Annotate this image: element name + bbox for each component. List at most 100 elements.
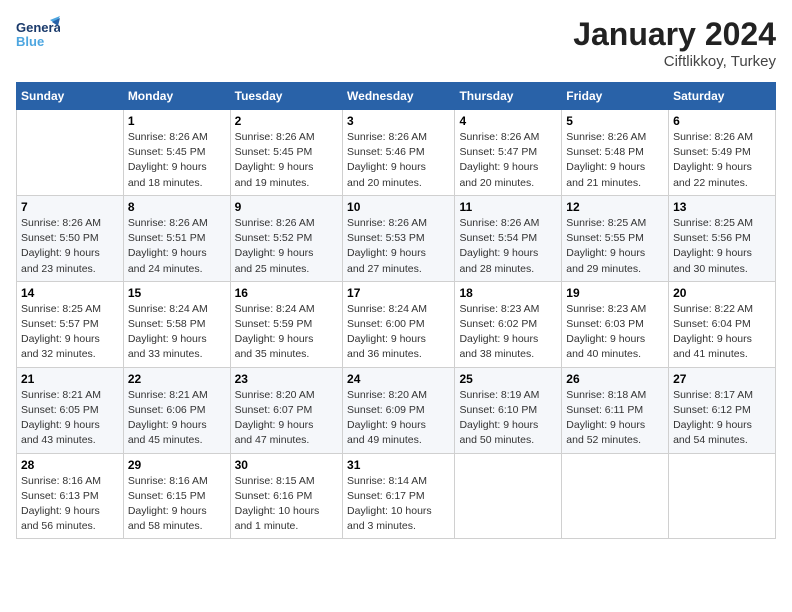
day-detail: Sunrise: 8:23 AM Sunset: 6:03 PM Dayligh… [566,302,664,363]
day-number: 12 [566,200,664,214]
day-detail: Sunrise: 8:26 AM Sunset: 5:53 PM Dayligh… [347,216,450,277]
logo: General Blue [16,16,60,52]
calendar-cell: 24 Sunrise: 8:20 AM Sunset: 6:09 PM Dayli… [343,367,455,453]
day-detail: Sunrise: 8:26 AM Sunset: 5:52 PM Dayligh… [235,216,338,277]
day-detail: Sunrise: 8:24 AM Sunset: 5:58 PM Dayligh… [128,302,226,363]
calendar-cell: 16 Sunrise: 8:24 AM Sunset: 5:59 PM Dayli… [230,281,342,367]
day-detail: Sunrise: 8:20 AM Sunset: 6:09 PM Dayligh… [347,388,450,449]
calendar-week-row: 21Sunrise: 8:21 AM Sunset: 6:05 PM Dayli… [17,367,776,453]
calendar-cell: 30 Sunrise: 8:15 AM Sunset: 6:16 PM Dayli… [230,453,342,539]
calendar-cell: 23Sunrise: 8:20 AM Sunset: 6:07 PM Dayli… [230,367,342,453]
calendar-cell [562,453,669,539]
day-number: 25 [459,372,557,386]
calendar-cell: 10 Sunrise: 8:26 AM Sunset: 5:53 PM Dayli… [343,195,455,281]
day-detail: Sunrise: 8:24 AM Sunset: 6:00 PM Dayligh… [347,302,450,363]
day-of-week-header: Thursday [455,83,562,110]
day-number: 16 [235,286,338,300]
calendar-cell: 9 Sunrise: 8:26 AM Sunset: 5:52 PM Daylig… [230,195,342,281]
calendar-cell: 31Sunrise: 8:14 AM Sunset: 6:17 PM Dayli… [343,453,455,539]
calendar-cell: 7Sunrise: 8:26 AM Sunset: 5:50 PM Daylig… [17,195,124,281]
calendar-cell: 20 Sunrise: 8:22 AM Sunset: 6:04 PM Dayli… [669,281,776,367]
day-number: 28 [21,458,119,472]
calendar-header: SundayMondayTuesdayWednesdayThursdayFrid… [17,83,776,110]
day-detail: Sunrise: 8:20 AM Sunset: 6:07 PM Dayligh… [235,388,338,449]
calendar-cell: 3Sunrise: 8:26 AM Sunset: 5:46 PM Daylig… [343,110,455,196]
day-number: 7 [21,200,119,214]
day-number: 9 [235,200,338,214]
day-detail: Sunrise: 8:26 AM Sunset: 5:46 PM Dayligh… [347,130,450,191]
day-detail: Sunrise: 8:25 AM Sunset: 5:56 PM Dayligh… [673,216,771,277]
calendar-cell: 28 Sunrise: 8:16 AM Sunset: 6:13 PM Dayli… [17,453,124,539]
day-of-week-header: Wednesday [343,83,455,110]
day-of-week-header: Friday [562,83,669,110]
day-number: 2 [235,114,338,128]
calendar-cell: 18 Sunrise: 8:23 AM Sunset: 6:02 PM Dayli… [455,281,562,367]
calendar-week-row: 1 Sunrise: 8:26 AM Sunset: 5:45 PM Daylig… [17,110,776,196]
subtitle: Ciftlikkoy, Turkey [573,53,776,70]
day-detail: Sunrise: 8:26 AM Sunset: 5:47 PM Dayligh… [459,130,557,191]
day-detail: Sunrise: 8:16 AM Sunset: 6:15 PM Dayligh… [128,474,226,535]
day-number: 21 [21,372,119,386]
day-of-week-header: Sunday [17,83,124,110]
day-number: 30 [235,458,338,472]
calendar-week-row: 14Sunrise: 8:25 AM Sunset: 5:57 PM Dayli… [17,281,776,367]
calendar-cell: 19 Sunrise: 8:23 AM Sunset: 6:03 PM Dayli… [562,281,669,367]
calendar-cell [455,453,562,539]
calendar-cell [669,453,776,539]
day-number: 5 [566,114,664,128]
day-number: 10 [347,200,450,214]
day-detail: Sunrise: 8:26 AM Sunset: 5:48 PM Dayligh… [566,130,664,191]
day-detail: Sunrise: 8:23 AM Sunset: 6:02 PM Dayligh… [459,302,557,363]
calendar-cell: 11Sunrise: 8:26 AM Sunset: 5:54 PM Dayli… [455,195,562,281]
day-detail: Sunrise: 8:19 AM Sunset: 6:10 PM Dayligh… [459,388,557,449]
day-number: 4 [459,114,557,128]
calendar-cell: 22Sunrise: 8:21 AM Sunset: 6:06 PM Dayli… [123,367,230,453]
title-block: January 2024 Ciftlikkoy, Turkey [573,16,776,70]
day-detail: Sunrise: 8:18 AM Sunset: 6:11 PM Dayligh… [566,388,664,449]
day-of-week-header: Tuesday [230,83,342,110]
day-number: 31 [347,458,450,472]
calendar-cell: 26 Sunrise: 8:18 AM Sunset: 6:11 PM Dayli… [562,367,669,453]
main-title: January 2024 [573,16,776,53]
calendar-cell: 29 Sunrise: 8:16 AM Sunset: 6:15 PM Dayli… [123,453,230,539]
day-detail: Sunrise: 8:26 AM Sunset: 5:49 PM Dayligh… [673,130,771,191]
logo-icon: General Blue [16,16,60,52]
day-of-week-header: Monday [123,83,230,110]
calendar-body: 1 Sunrise: 8:26 AM Sunset: 5:45 PM Daylig… [17,110,776,539]
day-number: 20 [673,286,771,300]
day-number: 19 [566,286,664,300]
calendar-cell: 25 Sunrise: 8:19 AM Sunset: 6:10 PM Dayli… [455,367,562,453]
calendar-cell [17,110,124,196]
calendar-cell: 13Sunrise: 8:25 AM Sunset: 5:56 PM Dayli… [669,195,776,281]
calendar-cell: 14Sunrise: 8:25 AM Sunset: 5:57 PM Dayli… [17,281,124,367]
calendar-cell: 21Sunrise: 8:21 AM Sunset: 6:05 PM Dayli… [17,367,124,453]
day-number: 27 [673,372,771,386]
day-detail: Sunrise: 8:24 AM Sunset: 5:59 PM Dayligh… [235,302,338,363]
day-header-row: SundayMondayTuesdayWednesdayThursdayFrid… [17,83,776,110]
day-number: 8 [128,200,226,214]
calendar-cell: 1 Sunrise: 8:26 AM Sunset: 5:45 PM Daylig… [123,110,230,196]
day-number: 1 [128,114,226,128]
day-detail: Sunrise: 8:15 AM Sunset: 6:16 PM Dayligh… [235,474,338,535]
day-number: 24 [347,372,450,386]
day-detail: Sunrise: 8:26 AM Sunset: 5:45 PM Dayligh… [128,130,226,191]
page-header: General Blue January 2024 Ciftlikkoy, Tu… [16,16,776,70]
day-number: 26 [566,372,664,386]
day-number: 15 [128,286,226,300]
calendar-cell: 8Sunrise: 8:26 AM Sunset: 5:51 PM Daylig… [123,195,230,281]
day-detail: Sunrise: 8:26 AM Sunset: 5:45 PM Dayligh… [235,130,338,191]
calendar-week-row: 28 Sunrise: 8:16 AM Sunset: 6:13 PM Dayli… [17,453,776,539]
day-number: 11 [459,200,557,214]
svg-text:Blue: Blue [16,34,44,49]
day-detail: Sunrise: 8:25 AM Sunset: 5:57 PM Dayligh… [21,302,119,363]
day-number: 6 [673,114,771,128]
calendar-cell: 4 Sunrise: 8:26 AM Sunset: 5:47 PM Daylig… [455,110,562,196]
calendar-cell: 5 Sunrise: 8:26 AM Sunset: 5:48 PM Daylig… [562,110,669,196]
day-number: 29 [128,458,226,472]
day-detail: Sunrise: 8:22 AM Sunset: 6:04 PM Dayligh… [673,302,771,363]
calendar-cell: 17Sunrise: 8:24 AM Sunset: 6:00 PM Dayli… [343,281,455,367]
day-number: 18 [459,286,557,300]
day-detail: Sunrise: 8:17 AM Sunset: 6:12 PM Dayligh… [673,388,771,449]
day-detail: Sunrise: 8:25 AM Sunset: 5:55 PM Dayligh… [566,216,664,277]
day-detail: Sunrise: 8:16 AM Sunset: 6:13 PM Dayligh… [21,474,119,535]
